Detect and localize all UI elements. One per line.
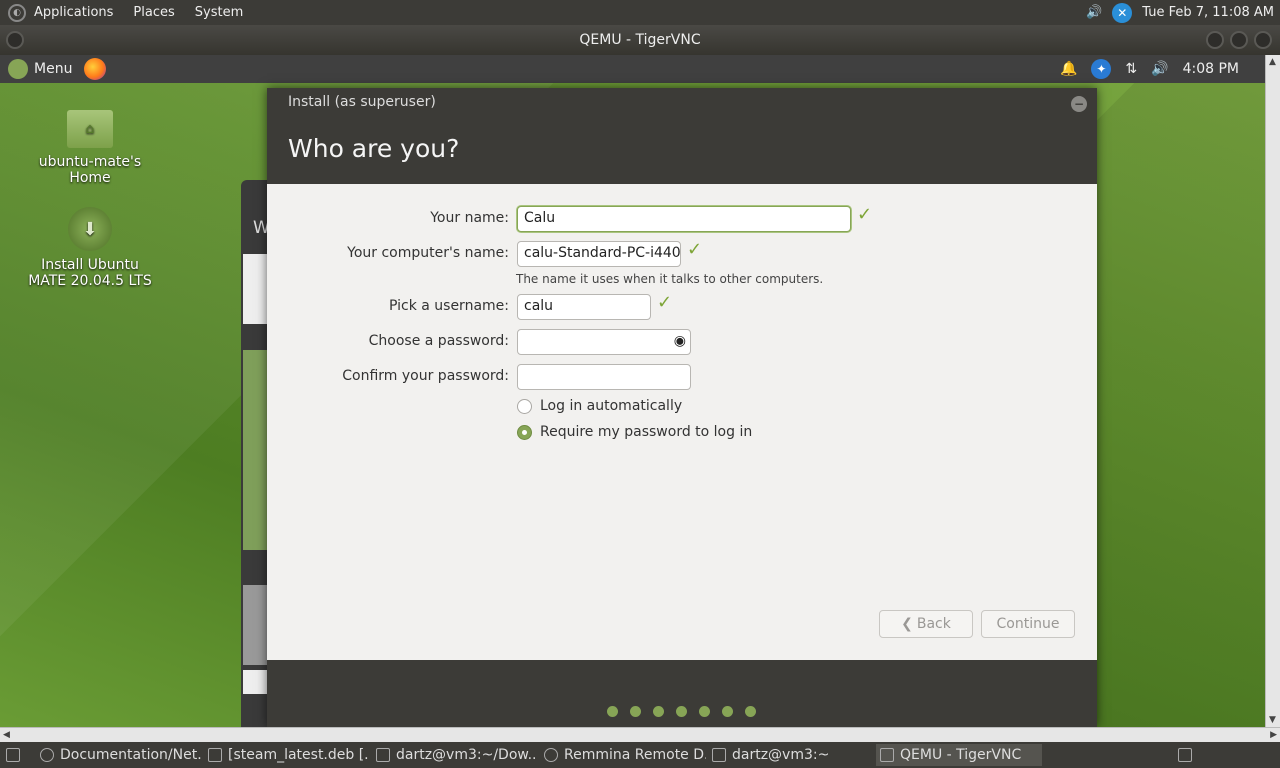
host-clock[interactable]: Tue Feb 7, 11:08 AM (1142, 5, 1274, 20)
progress-dot (676, 706, 687, 717)
taskbar-item[interactable]: dartz@vm3:~/Dow... (372, 744, 538, 766)
your-name-label: Your name: (430, 210, 509, 226)
your-name-valid-icon: ✓ (857, 204, 873, 225)
home-folder-icon: ⌂ (67, 110, 113, 148)
your-name-input[interactable]: Calu (517, 206, 851, 232)
vertical-scrollbar[interactable]: ▲ ▼ (1265, 55, 1280, 727)
username-input[interactable]: calu (517, 294, 651, 320)
progress-dot (630, 706, 641, 717)
dialog-header: Install (as superuser) − Who are you? (267, 88, 1097, 184)
require-password-radio[interactable] (517, 424, 532, 440)
scroll-right-icon[interactable]: ▶ (1270, 730, 1277, 740)
maximize-button[interactable] (1230, 31, 1248, 49)
require-password-label: Require my password to log in (540, 424, 753, 440)
username-valid-icon: ✓ (657, 292, 673, 313)
username-label: Pick a username: (388, 298, 509, 314)
guest-menu-icon[interactable] (8, 59, 28, 79)
dialog-body: Your name: Calu ✓ Your computer's name: … (267, 184, 1097, 660)
scroll-down-icon[interactable]: ▼ (1269, 715, 1276, 725)
volume-icon[interactable]: 🔊 (1086, 5, 1102, 20)
login-automatically-option[interactable]: Log in automatically (517, 398, 682, 414)
guest-clock[interactable]: 4:08 PM (1183, 61, 1239, 77)
window-titlebar[interactable]: QEMU - TigerVNC (0, 25, 1280, 55)
network-icon[interactable]: ⇅ (1125, 61, 1137, 77)
confirm-password-input[interactable] (517, 364, 691, 390)
computer-name-valid-icon: ✓ (687, 239, 703, 260)
window-title: QEMU - TigerVNC (579, 32, 701, 48)
tigervnc-icon (880, 748, 894, 762)
host-taskbar: Documentation/Net... [steam_latest.deb [… (0, 742, 1280, 768)
menu-system[interactable]: System (195, 5, 243, 20)
desktop-icon-home[interactable]: ⌂ ubuntu-mate's Home (25, 110, 155, 186)
page-heading: Who are you? (288, 134, 460, 163)
window-menu-button[interactable] (6, 31, 24, 49)
terminal-icon (376, 748, 390, 762)
scroll-up-icon[interactable]: ▲ (1269, 57, 1276, 67)
guest-tray: 🔔 ✦ ⇅ 🔊 4:08 PM (1060, 55, 1239, 83)
dialog-close-icon[interactable]: − (1071, 96, 1087, 112)
install-ubuntu-icon: ⬇ (68, 207, 112, 251)
show-desktop-icon[interactable] (2, 744, 24, 766)
progress-dots (607, 706, 756, 717)
progress-dot (745, 706, 756, 717)
computer-name-label: Your computer's name: (347, 245, 509, 261)
progress-dot (607, 706, 618, 717)
guest-menu-label[interactable]: Menu (34, 61, 72, 77)
login-automatically-radio[interactable] (517, 398, 532, 414)
remmina-icon (544, 748, 558, 762)
desktop-icon-install[interactable]: ⬇ Install Ubuntu MATE 20.04.5 LTS (25, 207, 155, 289)
file-manager-icon (208, 748, 222, 762)
accessibility-icon[interactable]: ✦ (1091, 59, 1112, 79)
guest-desktop: Menu 🔔 ✦ ⇅ 🔊 4:08 PM ⌂ ubuntu-mate's Hom… (0, 55, 1265, 727)
install-label-line1: Install Ubuntu (41, 257, 139, 273)
taskbar-item[interactable]: [steam_latest.deb [... (204, 744, 370, 766)
mate-logo-icon[interactable]: ◐ (8, 3, 26, 22)
workspace-switcher-icon[interactable] (1174, 744, 1196, 766)
home-label-line1: ubuntu-mate's (38, 154, 142, 170)
close-button[interactable] (1254, 31, 1272, 49)
host-tray: 🔊 ✕ Tue Feb 7, 11:08 AM (1086, 0, 1274, 25)
terminal-icon (712, 748, 726, 762)
back-button[interactable]: ❮ Back (879, 610, 973, 638)
chrome-icon (40, 748, 54, 762)
taskbar-item[interactable]: Documentation/Net... (36, 744, 202, 766)
taskbar-item[interactable]: Remmina Remote D... (540, 744, 706, 766)
guest-top-panel: Menu 🔔 ✦ ⇅ 🔊 4:08 PM (0, 55, 1265, 83)
progress-dot (722, 706, 733, 717)
home-label-line2: Home (69, 170, 111, 186)
taskbar-item[interactable]: dartz@vm3:~ (708, 744, 874, 766)
horizontal-scrollbar[interactable]: ◀ ▶ (0, 727, 1280, 742)
require-password-option[interactable]: Require my password to log in (517, 424, 752, 440)
menu-applications[interactable]: Applications (34, 5, 113, 20)
computer-name-input[interactable]: calu-Standard-PC-i440FX-PIIX-1996 (517, 241, 681, 267)
password-input[interactable]: ◉ (517, 329, 691, 355)
login-automatically-label: Log in automatically (540, 398, 683, 414)
confirm-password-label: Confirm your password: (342, 368, 509, 384)
guest-volume-icon[interactable]: 🔊 (1151, 61, 1168, 77)
notification-bell-icon[interactable]: 🔔 (1060, 61, 1077, 77)
host-top-panel: ◐ Applications Places System 🔊 ✕ Tue Feb… (0, 0, 1280, 25)
scroll-left-icon[interactable]: ◀ (3, 730, 10, 740)
show-password-icon[interactable]: ◉ (674, 333, 686, 349)
continue-button[interactable]: Continue (981, 610, 1075, 638)
progress-dot (699, 706, 710, 717)
remote-desktop-icon[interactable]: ✕ (1112, 2, 1133, 23)
firefox-icon[interactable] (84, 58, 107, 80)
back-button-label: Back (916, 616, 951, 632)
password-label: Choose a password: (368, 333, 509, 349)
install-label-line2: MATE 20.04.5 LTS (28, 273, 152, 289)
installer-dialog: Install (as superuser) − Who are you? Yo… (267, 88, 1097, 727)
computer-name-hint: The name it uses when it talks to other … (516, 272, 824, 286)
dialog-footer (267, 660, 1097, 727)
progress-dot (653, 706, 664, 717)
dialog-title: Install (as superuser) (288, 94, 436, 110)
minimize-button[interactable] (1206, 31, 1224, 49)
menu-places[interactable]: Places (133, 5, 174, 20)
back-chevron-icon: ❮ (901, 616, 913, 632)
taskbar-item-active[interactable]: QEMU - TigerVNC (876, 744, 1042, 766)
